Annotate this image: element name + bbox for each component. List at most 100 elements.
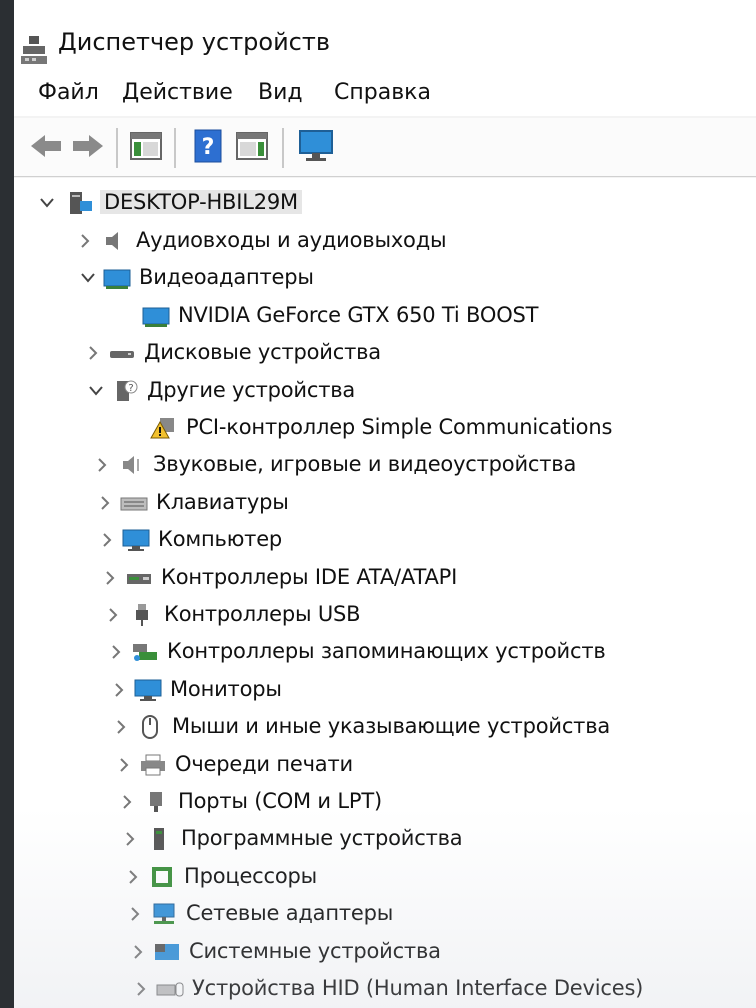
disk-drive-icon (108, 341, 136, 365)
tree-item-label: Устройства HID (Human Interface Devices) (192, 976, 644, 1000)
chevron-right-icon[interactable] (94, 486, 116, 520)
tree-item-label: Дисковые устройства (144, 340, 381, 364)
menu-view[interactable]: Вид (258, 80, 303, 105)
chevron-down-icon[interactable] (36, 186, 58, 220)
category-item[interactable]: ? Другие устройства (85, 374, 756, 408)
chevron-right-icon[interactable] (102, 598, 124, 632)
device-item[interactable]: NVIDIA GeForce GTX 650 Ti BOOST (80, 299, 756, 333)
monitor-icon (134, 678, 162, 702)
chevron-right-icon[interactable] (124, 897, 146, 931)
chevron-right-icon[interactable] (127, 935, 149, 969)
category-item[interactable]: Контроллеры IDE ATA/ATAPI (99, 561, 756, 595)
forward-arrow-icon (71, 132, 105, 164)
help-icon: ? (194, 129, 222, 167)
root-label: DESKTOP-HBIL29M (100, 190, 302, 214)
category-item[interactable]: Системные устройства (127, 935, 756, 969)
console-tree-button[interactable] (234, 128, 270, 168)
software-device-icon (145, 827, 173, 851)
category-item[interactable]: Компьютер (96, 523, 756, 557)
chevron-right-icon[interactable] (113, 748, 135, 782)
category-item[interactable]: Процессоры (122, 860, 756, 894)
keyboard-icon (120, 491, 148, 515)
usb-icon (128, 603, 156, 627)
category-item[interactable]: Звуковые, игровые и видеоустройства (91, 448, 756, 482)
category-item[interactable]: Мыши и иные указывающие устройства (110, 710, 756, 744)
chevron-right-icon[interactable] (119, 822, 141, 856)
port-icon (142, 790, 170, 814)
tree-item-label: Мониторы (170, 677, 282, 701)
hid-icon (156, 977, 184, 1001)
window-title: Диспетчер устройств (58, 28, 331, 56)
menu-bar: Файл Действие Вид Справка (14, 70, 756, 116)
unknown-device-icon: ? (111, 379, 139, 403)
chevron-right-icon[interactable] (96, 523, 118, 557)
title-bar: Диспетчер устройств (14, 0, 756, 80)
monitor-icon (122, 528, 150, 552)
toolbar-separator (116, 128, 118, 168)
category-item[interactable]: Устройства HID (Human Interface Devices) (130, 972, 756, 1006)
sound-icon (117, 453, 145, 477)
toolbar-separator (282, 128, 284, 168)
toolbar-separator (174, 128, 176, 168)
chevron-right-icon[interactable] (110, 710, 132, 744)
tree-item-label: Мыши и иные указывающие устройства (172, 714, 611, 738)
speaker-icon (100, 229, 128, 253)
device-manager-window: Диспетчер устройств Файл Действие Вид Сп… (14, 0, 756, 1008)
tree-item-label: Контроллеры USB (164, 602, 361, 626)
chevron-right-icon[interactable] (74, 224, 96, 258)
menu-file[interactable]: Файл (38, 80, 99, 105)
category-item[interactable]: Контроллеры USB (102, 598, 756, 632)
tree-item-label: Порты (COM и LPT) (178, 789, 382, 813)
menu-action[interactable]: Действие (122, 80, 233, 105)
tree-item-label: Программные устройства (181, 826, 463, 850)
tree-item-label: Аудиовходы и аудиовыходы (136, 228, 447, 252)
chevron-right-icon[interactable] (82, 336, 104, 370)
tree-item-label: Звуковые, игровые и видеоустройства (153, 452, 577, 476)
category-item[interactable]: Порты (COM и LPT) (116, 785, 756, 819)
mouse-icon (136, 715, 164, 739)
chevron-right-icon[interactable] (105, 635, 127, 669)
category-item[interactable]: Мониторы (108, 673, 756, 707)
chevron-right-icon[interactable] (130, 972, 152, 1006)
svg-text:?: ? (202, 135, 215, 160)
back-button[interactable] (28, 128, 64, 168)
category-item[interactable]: Дисковые устройства (82, 336, 756, 370)
chevron-right-icon[interactable] (108, 673, 130, 707)
chevron-right-icon[interactable] (91, 448, 113, 482)
device-item[interactable]: PCI-контроллер Simple Communications (88, 411, 756, 445)
tree-item-label: Компьютер (158, 527, 283, 551)
console-tree-icon (236, 131, 268, 165)
svg-text:?: ? (128, 383, 133, 394)
chevron-down-icon[interactable] (85, 374, 107, 408)
category-item[interactable]: Контроллеры запоминающих устройств (105, 635, 756, 669)
tree-item-label: Системные устройства (189, 939, 441, 963)
menu-help[interactable]: Справка (334, 80, 431, 105)
category-item[interactable]: Программные устройства (119, 822, 756, 856)
chevron-right-icon[interactable] (99, 561, 121, 595)
category-item[interactable]: Сетевые адаптеры (124, 897, 756, 931)
properties-panel-icon (130, 131, 162, 165)
ide-controller-icon (125, 566, 153, 590)
chevron-down-icon[interactable] (77, 261, 99, 295)
category-item[interactable]: Аудиовходы и аудиовыходы (74, 224, 754, 258)
tree-item-label: NVIDIA GeForce GTX 650 Ti BOOST (178, 303, 539, 327)
tree-item-label: PCI-контроллер Simple Communications (186, 415, 613, 439)
computer-icon (66, 191, 94, 215)
tree-item-label: Контроллеры IDE ATA/ATAPI (161, 565, 458, 589)
system-device-icon (153, 940, 181, 964)
category-item[interactable]: Очереди печати (113, 748, 756, 782)
help-button[interactable]: ? (190, 128, 226, 168)
category-item[interactable]: Видеоадаптеры (77, 261, 756, 295)
tree-root[interactable]: DESKTOP-HBIL29M (36, 186, 736, 220)
printer-icon (139, 753, 167, 777)
storage-controller-icon (131, 640, 159, 664)
chevron-right-icon[interactable] (116, 785, 138, 819)
forward-button[interactable] (70, 128, 106, 168)
scan-hardware-button[interactable] (298, 128, 334, 168)
properties-button[interactable] (128, 128, 164, 168)
chevron-right-icon[interactable] (122, 860, 144, 894)
toolbar: ? (14, 118, 756, 177)
category-item[interactable]: Клавиатуры (94, 486, 756, 520)
display-adapter-icon (142, 304, 170, 328)
tree-item-label: Контроллеры запоминающих устройств (167, 639, 606, 663)
